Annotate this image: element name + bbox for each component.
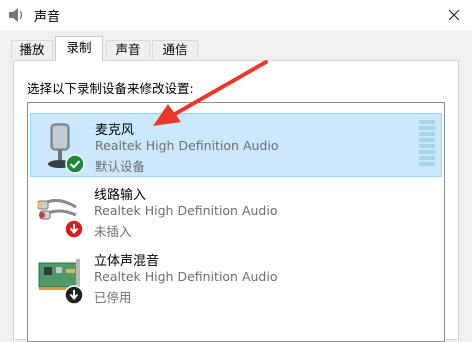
tab-sounds[interactable]: 声音: [106, 40, 150, 59]
level-meter: [419, 120, 435, 170]
device-name: 麦克风: [95, 123, 135, 138]
device-status: 已停用: [94, 290, 132, 305]
device-name: 线路输入: [94, 188, 147, 203]
close-icon: [448, 9, 460, 21]
device-driver: Realtek High Definition Audio: [95, 138, 279, 153]
tab-playback[interactable]: 播放: [11, 40, 53, 59]
device-driver: Realtek High Definition Audio: [94, 269, 278, 284]
close-button[interactable]: [436, 0, 472, 30]
instruction-label: 选择以下录制设备来修改设置:: [27, 81, 194, 96]
device-status: 未插入: [94, 224, 132, 239]
window-title: 声音: [34, 10, 61, 25]
disabled-badge-icon: [64, 285, 84, 305]
list-item-line-in[interactable]: 线路输入 Realtek High Definition Audio 未插入: [30, 179, 442, 243]
device-name: 立体声混音: [94, 254, 160, 269]
device-status: 默认设备: [95, 159, 146, 174]
recording-device-list[interactable]: 麦克风 Realtek High Definition Audio 默认设备 线…: [27, 102, 445, 342]
check-badge-icon: [65, 154, 85, 174]
list-item-stereo-mix[interactable]: 立体声混音 Realtek High Definition Audio 已停用: [30, 245, 442, 309]
list-item-microphone[interactable]: 麦克风 Realtek High Definition Audio 默认设备: [30, 113, 442, 177]
device-driver: Realtek High Definition Audio: [94, 203, 278, 218]
speaker-icon: [9, 8, 23, 22]
tab-recording[interactable]: 录制: [55, 36, 103, 61]
title-bar: 声音: [0, 0, 472, 30]
tab-bar: 播放 录制 声音 通信: [0, 30, 472, 61]
unplugged-badge-icon: [64, 219, 84, 239]
tab-communications[interactable]: 通信: [152, 40, 198, 59]
